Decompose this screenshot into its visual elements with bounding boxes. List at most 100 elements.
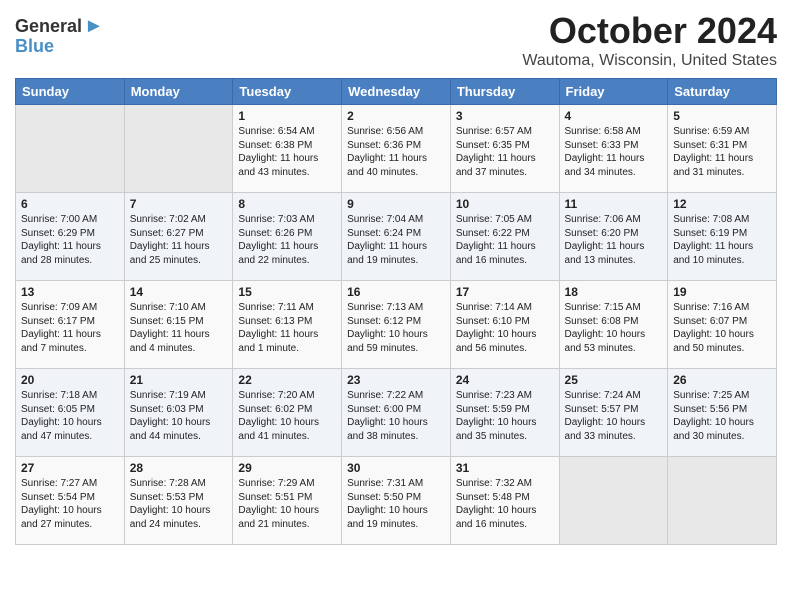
calendar-cell: 19Sunrise: 7:16 AMSunset: 6:07 PMDayligh… — [668, 281, 777, 369]
cell-content: Sunrise: 7:32 AMSunset: 5:48 PMDaylight:… — [456, 477, 554, 531]
day-number: 14 — [130, 285, 228, 299]
sunset-text: Sunset: 6:33 PM — [565, 139, 663, 153]
cell-content: Sunrise: 7:22 AMSunset: 6:00 PMDaylight:… — [347, 389, 445, 443]
sunrise-text: Sunrise: 6:56 AM — [347, 125, 445, 139]
calendar-cell: 23 Sunrise: 7:22 AMSunset: 6:00 PMDayligh… — [342, 369, 451, 457]
calendar-cell: 5Sunrise: 6:59 AMSunset: 6:31 PMDaylight… — [668, 105, 777, 193]
daylight-text: Daylight: 11 hours and 22 minutes. — [238, 240, 336, 267]
cell-content: Sunrise: 7:10 AMSunset: 6:15 PMDaylight:… — [130, 301, 228, 355]
day-number: 24 — [456, 373, 554, 387]
sunset-text: Sunset: 5:48 PM — [456, 491, 554, 505]
sunset-text: Sunset: 6:31 PM — [673, 139, 771, 153]
calendar-cell: 2 Sunrise: 6:56 AMSunset: 6:36 PMDaylight… — [342, 105, 451, 193]
daylight-text: Daylight: 10 hours and 59 minutes. — [347, 328, 445, 355]
cell-content: Sunrise: 7:29 AMSunset: 5:51 PMDaylight:… — [238, 477, 336, 531]
calendar-cell — [559, 457, 668, 545]
cell-content: Sunrise: 7:03 AMSunset: 6:26 PMDaylight:… — [238, 213, 336, 267]
cell-content: Sunrise: 7:04 AMSunset: 6:24 PMDaylight:… — [347, 213, 445, 267]
calendar-cell: 31Sunrise: 7:32 AMSunset: 5:48 PMDayligh… — [450, 457, 559, 545]
cell-content: Sunrise: 7:13 AMSunset: 6:12 PMDaylight:… — [347, 301, 445, 355]
day-number: 10 — [456, 197, 554, 211]
day-number: 27 — [21, 461, 119, 475]
sunrise-text: Sunrise: 7:24 AM — [565, 389, 663, 403]
sunrise-text: Sunrise: 7:11 AM — [238, 301, 336, 315]
cell-content: Sunrise: 7:15 AMSunset: 6:08 PMDaylight:… — [565, 301, 663, 355]
day-number: 23 — [347, 373, 445, 387]
daylight-text: Daylight: 11 hours and 31 minutes. — [673, 152, 771, 179]
weekday-header-tuesday: Tuesday — [233, 79, 342, 105]
sunset-text: Sunset: 6:24 PM — [347, 227, 445, 241]
calendar-cell: 28Sunrise: 7:28 AMSunset: 5:53 PMDayligh… — [124, 457, 233, 545]
day-number: 20 — [21, 373, 119, 387]
daylight-text: Daylight: 10 hours and 41 minutes. — [238, 416, 336, 443]
sunset-text: Sunset: 6:03 PM — [130, 403, 228, 417]
sunrise-text: Sunrise: 7:15 AM — [565, 301, 663, 315]
cell-content: Sunrise: 7:14 AMSunset: 6:10 PMDaylight:… — [456, 301, 554, 355]
weekday-header-row: SundayMondayTuesdayWednesdayThursdayFrid… — [16, 79, 777, 105]
sunset-text: Sunset: 6:12 PM — [347, 315, 445, 329]
sunset-text: Sunset: 6:22 PM — [456, 227, 554, 241]
day-number: 12 — [673, 197, 771, 211]
daylight-text: Daylight: 11 hours and 25 minutes. — [130, 240, 228, 267]
calendar-cell: 30Sunrise: 7:31 AMSunset: 5:50 PMDayligh… — [342, 457, 451, 545]
calendar-table: SundayMondayTuesdayWednesdayThursdayFrid… — [15, 78, 777, 545]
daylight-text: Daylight: 10 hours and 33 minutes. — [565, 416, 663, 443]
cell-content: Sunrise: 7:02 AMSunset: 6:27 PMDaylight:… — [130, 213, 228, 267]
sunset-text: Sunset: 6:36 PM — [347, 139, 445, 153]
logo-text-blue: Blue — [15, 36, 104, 57]
daylight-text: Daylight: 11 hours and 37 minutes. — [456, 152, 554, 179]
day-number: 28 — [130, 461, 228, 475]
sunset-text: Sunset: 6:26 PM — [238, 227, 336, 241]
daylight-text: Daylight: 10 hours and 50 minutes. — [673, 328, 771, 355]
cell-content: Sunrise: 7:27 AMSunset: 5:54 PMDaylight:… — [21, 477, 119, 531]
calendar-cell: 3Sunrise: 6:57 AMSunset: 6:35 PMDaylight… — [450, 105, 559, 193]
sunset-text: Sunset: 6:27 PM — [130, 227, 228, 241]
daylight-text: Daylight: 10 hours and 47 minutes. — [21, 416, 119, 443]
sunrise-text: Sunrise: 7:00 AM — [21, 213, 119, 227]
sunrise-text: Sunrise: 6:54 AM — [238, 125, 336, 139]
sunset-text: Sunset: 6:10 PM — [456, 315, 554, 329]
day-number: 1 — [238, 109, 336, 123]
sunset-text: Sunset: 6:20 PM — [565, 227, 663, 241]
daylight-text: Daylight: 11 hours and 43 minutes. — [238, 152, 336, 179]
day-number: 21 — [130, 373, 228, 387]
sunrise-text: Sunrise: 7:27 AM — [21, 477, 119, 491]
daylight-text: Daylight: 11 hours and 7 minutes. — [21, 328, 119, 355]
calendar-cell: 25Sunrise: 7:24 AMSunset: 5:57 PMDayligh… — [559, 369, 668, 457]
cell-content: Sunrise: 7:25 AMSunset: 5:56 PMDaylight:… — [673, 389, 771, 443]
day-number: 11 — [565, 197, 663, 211]
sunset-text: Sunset: 6:08 PM — [565, 315, 663, 329]
sunrise-text: Sunrise: 7:18 AM — [21, 389, 119, 403]
day-number: 5 — [673, 109, 771, 123]
day-number: 3 — [456, 109, 554, 123]
daylight-text: Daylight: 10 hours and 56 minutes. — [456, 328, 554, 355]
calendar-cell: 17Sunrise: 7:14 AMSunset: 6:10 PMDayligh… — [450, 281, 559, 369]
sunrise-text: Sunrise: 7:16 AM — [673, 301, 771, 315]
calendar-cell: 27 Sunrise: 7:27 AMSunset: 5:54 PMDayligh… — [16, 457, 125, 545]
day-number: 2 — [347, 109, 445, 123]
cell-content: Sunrise: 7:09 AMSunset: 6:17 PMDaylight:… — [21, 301, 119, 355]
daylight-text: Daylight: 11 hours and 34 minutes. — [565, 152, 663, 179]
daylight-text: Daylight: 10 hours and 30 minutes. — [673, 416, 771, 443]
daylight-text: Daylight: 11 hours and 28 minutes. — [21, 240, 119, 267]
calendar-cell: 29Sunrise: 7:29 AMSunset: 5:51 PMDayligh… — [233, 457, 342, 545]
logo-bird-icon: ► — [84, 15, 104, 38]
day-number: 19 — [673, 285, 771, 299]
calendar-cell: 13Sunrise: 7:09 AMSunset: 6:17 PMDayligh… — [16, 281, 125, 369]
sunset-text: Sunset: 6:38 PM — [238, 139, 336, 153]
daylight-text: Daylight: 11 hours and 40 minutes. — [347, 152, 445, 179]
sunset-text: Sunset: 5:54 PM — [21, 491, 119, 505]
sunset-text: Sunset: 5:56 PM — [673, 403, 771, 417]
sunrise-text: Sunrise: 6:57 AM — [456, 125, 554, 139]
daylight-text: Daylight: 10 hours and 27 minutes. — [21, 504, 119, 531]
sunrise-text: Sunrise: 7:22 AM — [347, 389, 445, 403]
month-title: October 2024 — [522, 10, 777, 52]
sunset-text: Sunset: 5:57 PM — [565, 403, 663, 417]
sunset-text: Sunset: 6:15 PM — [130, 315, 228, 329]
daylight-text: Daylight: 10 hours and 53 minutes. — [565, 328, 663, 355]
sunset-text: Sunset: 5:59 PM — [456, 403, 554, 417]
sunrise-text: Sunrise: 6:58 AM — [565, 125, 663, 139]
calendar-cell: 21Sunrise: 7:19 AMSunset: 6:03 PMDayligh… — [124, 369, 233, 457]
calendar-cell — [16, 105, 125, 193]
calendar-cell: 24Sunrise: 7:23 AMSunset: 5:59 PMDayligh… — [450, 369, 559, 457]
